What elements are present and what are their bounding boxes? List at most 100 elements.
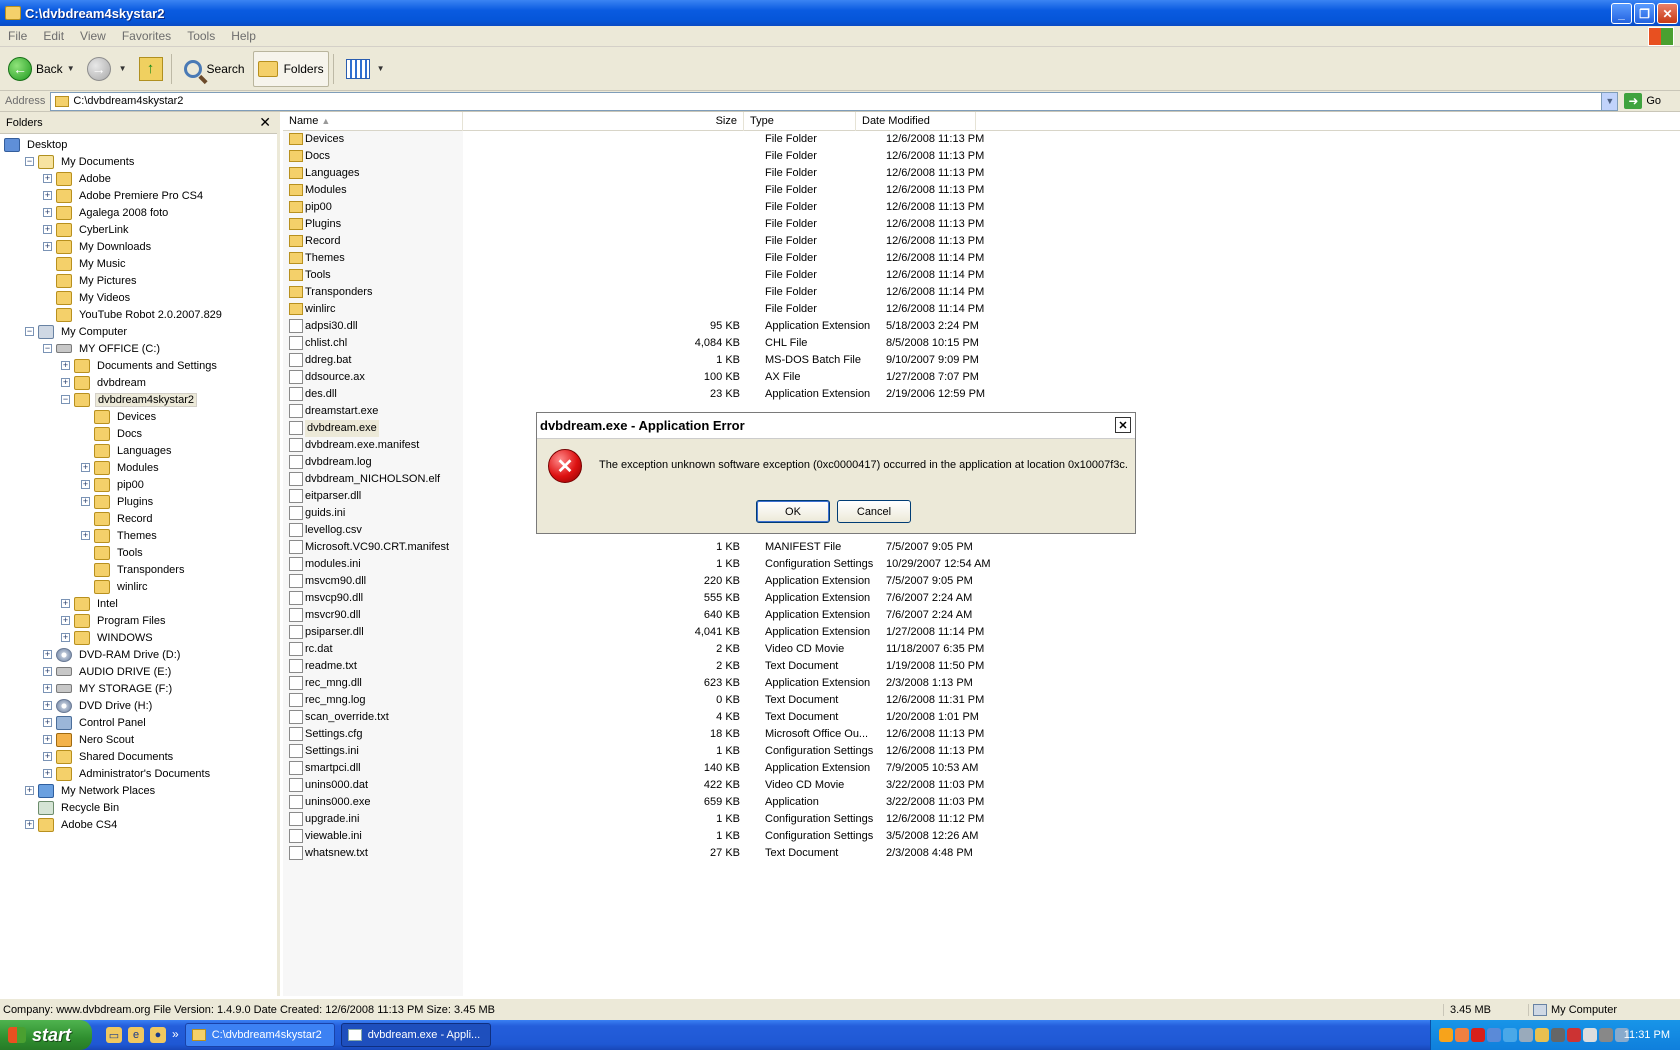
file-row[interactable]: psiparser.dll 4,041 KB Application Extensi… (283, 624, 1083, 641)
tray-app-icon[interactable] (1455, 1028, 1469, 1042)
expand-icon[interactable]: + (43, 208, 52, 217)
tray-app-icon[interactable] (1567, 1028, 1581, 1042)
menu-file[interactable]: File (0, 29, 35, 43)
file-row[interactable]: Microsoft.VC90.CRT.manifest 1 KB MANIFEST … (283, 539, 1083, 556)
file-row[interactable]: msvcm90.dll 220 KB Application Extension 7/… (283, 573, 1083, 590)
collapse-icon[interactable]: − (25, 327, 34, 336)
tray-app-icon[interactable] (1439, 1028, 1453, 1042)
start-button[interactable]: start (0, 1020, 92, 1050)
file-row[interactable]: smartpci.dll 140 KB Application Extension 7… (283, 760, 1083, 777)
expand-icon[interactable]: + (61, 599, 70, 608)
go-arrow-icon[interactable]: ➜ (1624, 93, 1643, 109)
tree-item[interactable]: + DVD Drive (H:) (43, 697, 154, 714)
file-row[interactable]: modules.ini 1 KB Configuration Settings 10/… (283, 556, 1083, 573)
expand-icon[interactable]: + (43, 242, 52, 251)
tree-item[interactable]: + dvbdream (61, 374, 148, 391)
taskbar-button-error[interactable]: dvbdream.exe - Appli... (340, 1023, 491, 1047)
file-row[interactable]: Settings.cfg 18 KB Microsoft Office Ou... 1… (283, 726, 1083, 743)
close-icon[interactable]: ✕ (1115, 417, 1131, 433)
expand-icon[interactable]: + (81, 463, 90, 472)
file-row[interactable]: rec_mng.dll 623 KB Application Extension 2/… (283, 675, 1083, 692)
column-type[interactable]: Type (744, 112, 856, 131)
menu-help[interactable]: Help (223, 29, 264, 43)
expand-icon[interactable]: + (61, 361, 70, 370)
expand-icon[interactable]: + (43, 701, 52, 710)
forward-button[interactable]: → ▼ (83, 51, 131, 87)
expand-icon[interactable]: + (61, 616, 70, 625)
minimize-button[interactable]: _ (1611, 3, 1632, 24)
chevron-down-icon[interactable]: ▼ (1601, 92, 1618, 110)
tree-item[interactable]: + Documents and Settings (61, 357, 219, 374)
tree-item[interactable]: + Nero Scout (43, 731, 136, 748)
expand-icon[interactable]: + (81, 480, 90, 489)
file-row[interactable]: ddsource.ax 100 KB AX File 1/27/2008 7:07 P… (283, 369, 1083, 386)
tree-item[interactable]: − My Computer (25, 323, 129, 340)
file-row[interactable]: ddreg.bat 1 KB MS-DOS Batch File 9/10/2007 … (283, 352, 1083, 369)
file-row[interactable]: Record File Folder 12/6/2008 11:13 PM (283, 233, 1083, 250)
expand-icon[interactable]: + (81, 497, 90, 506)
file-row[interactable]: Transponders File Folder 12/6/2008 11:14 P… (283, 284, 1083, 301)
internet-explorer-icon[interactable]: e (128, 1027, 144, 1043)
close-window-button[interactable]: ✕ (1657, 3, 1678, 24)
tree-item[interactable]: + Adobe CS4 (25, 816, 119, 833)
tree-item[interactable]: − My Documents (25, 153, 136, 170)
tree-item[interactable]: − dvbdream4skystar2 (61, 391, 197, 408)
expand-icon[interactable]: + (43, 769, 52, 778)
expand-icon[interactable]: + (43, 667, 52, 676)
tray-app-icon[interactable] (1519, 1028, 1533, 1042)
collapse-icon[interactable]: − (43, 344, 52, 353)
file-row[interactable]: pip00 File Folder 12/6/2008 11:13 PM (283, 199, 1083, 216)
tree-item[interactable]: + pip00 (81, 476, 146, 493)
go-button[interactable]: Go (1646, 95, 1661, 107)
menu-view[interactable]: View (72, 29, 114, 43)
file-row[interactable]: Plugins File Folder 12/6/2008 11:13 PM (283, 216, 1083, 233)
tree-item[interactable]: Devices (94, 408, 158, 425)
expand-icon[interactable]: + (43, 684, 52, 693)
file-row[interactable]: msvcr90.dll 640 KB Application Extension 7/… (283, 607, 1083, 624)
taskbar-button-explorer[interactable]: C:\dvbdream4skystar2 (184, 1023, 335, 1047)
back-button[interactable]: ← Back ▼ (4, 51, 79, 87)
show-desktop-icon[interactable]: ▭ (106, 1027, 122, 1043)
tray-app-icon[interactable] (1551, 1028, 1565, 1042)
close-icon[interactable]: ✕ (259, 114, 271, 131)
views-button[interactable]: ▼ (342, 51, 389, 87)
volume-icon[interactable] (1583, 1028, 1597, 1042)
tray-app-icon[interactable] (1599, 1028, 1613, 1042)
tree-item[interactable]: + My Network Places (25, 782, 157, 799)
address-input[interactable]: C:\dvbdream4skystar2 ▼ (50, 91, 1619, 111)
file-row[interactable]: unins000.dat 422 KB Video CD Movie 3/22/200… (283, 777, 1083, 794)
expand-icon[interactable]: + (81, 531, 90, 540)
dialog-titlebar[interactable]: dvbdream.exe - Application Error ✕ (537, 413, 1135, 439)
tree-item[interactable]: + Intel (61, 595, 120, 612)
tree-item[interactable]: Docs (94, 425, 144, 442)
tree-item[interactable]: + MY STORAGE (F:) (43, 680, 174, 697)
file-row[interactable]: unins000.exe 659 KB Application 3/22/2008 1… (283, 794, 1083, 811)
file-row[interactable]: scan_override.txt 4 KB Text Document 1/20/2… (283, 709, 1083, 726)
tree-item[interactable]: + AUDIO DRIVE (E:) (43, 663, 173, 680)
tree-item[interactable]: My Videos (56, 289, 132, 306)
chevron-double-right-icon[interactable]: » (172, 1027, 179, 1043)
tree-item[interactable]: + Administrator's Documents (43, 765, 212, 782)
expand-icon[interactable]: + (43, 718, 52, 727)
tree-item[interactable]: + DVD-RAM Drive (D:) (43, 646, 182, 663)
tree-item[interactable]: Record (94, 510, 154, 527)
file-row[interactable]: des.dll 23 KB Application Extension 2/19/20… (283, 386, 1083, 403)
expand-icon[interactable]: + (25, 820, 34, 829)
file-row[interactable]: Devices File Folder 12/6/2008 11:13 PM (283, 131, 1083, 148)
folders-button[interactable]: Folders (252, 50, 329, 87)
up-folder-button[interactable]: ↑ (135, 51, 167, 87)
chevron-down-icon[interactable]: ▼ (119, 64, 127, 73)
tree-item[interactable]: My Music (56, 255, 127, 272)
tree-item[interactable]: Transponders (94, 561, 186, 578)
tree-item[interactable]: YouTube Robot 2.0.2007.829 (56, 306, 224, 323)
file-row[interactable]: readme.txt 2 KB Text Document 1/19/2008 11:… (283, 658, 1083, 675)
menu-edit[interactable]: Edit (35, 29, 72, 43)
file-row[interactable]: Docs File Folder 12/6/2008 11:13 PM (283, 148, 1083, 165)
tree-item[interactable]: + Control Panel (43, 714, 148, 731)
file-row[interactable]: Settings.ini 1 KB Configuration Settings 12… (283, 743, 1083, 760)
tree-item[interactable]: Recycle Bin (38, 799, 121, 816)
tree-item[interactable]: − MY OFFICE (C:) (43, 340, 162, 357)
file-row[interactable]: winlirc File Folder 12/6/2008 11:14 PM (283, 301, 1083, 318)
column-name[interactable]: Name ▲ (283, 112, 463, 131)
tree-item[interactable]: Desktop (4, 136, 69, 153)
